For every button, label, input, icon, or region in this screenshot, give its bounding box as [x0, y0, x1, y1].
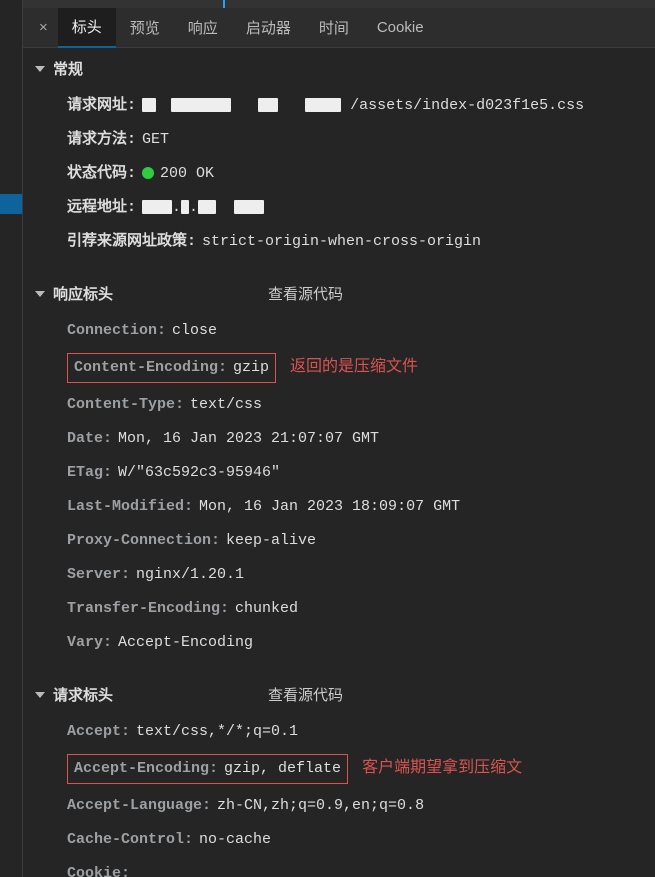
url-value: /assets/index-d023f1e5.css	[142, 94, 584, 118]
request-header-row: Accept-Language: zh-CN,zh;q=0.9,en;q=0.8	[23, 789, 655, 823]
response-header-row: Date: Mon, 16 Jan 2023 21:07:07 GMT	[23, 422, 655, 456]
left-accent-marker	[0, 194, 22, 214]
left-gutter	[0, 0, 22, 877]
general-referrer-row: 引荐来源网址政策: strict-origin-when-cross-origi…	[23, 225, 655, 259]
response-header-row: ETag: W/"63c592c3-95946"	[23, 456, 655, 490]
annotation-response: 返回的是压缩文件	[290, 354, 418, 380]
chevron-down-icon	[35, 692, 45, 698]
chevron-down-icon	[35, 291, 45, 297]
annotation-request: 客户端期望拿到压缩文	[362, 755, 522, 781]
referrer-value: strict-origin-when-cross-origin	[202, 230, 481, 254]
request-header-row-accept-encoding: Accept-Encoding: gzip, deflate 客户端期望拿到压缩…	[23, 749, 655, 789]
remote-value: ..	[142, 196, 264, 220]
response-header-row-content-encoding: Content-Encoding: gzip 返回的是压缩文件	[23, 348, 655, 388]
close-icon[interactable]: ×	[29, 19, 58, 36]
method-value: GET	[142, 128, 169, 152]
section-request-title: 请求标头	[53, 684, 113, 705]
content-scroll[interactable]: 常规 请求网址: /assets/index-d023f1e5.css 请求方法…	[23, 48, 655, 877]
section-response-title: 响应标头	[53, 283, 113, 304]
timeline-strip	[23, 0, 655, 8]
request-header-row: Cookie: connect.sid=s%3AUkybgHzIoHQJTQIv…	[23, 857, 655, 877]
general-method-row: 请求方法: GET	[23, 123, 655, 157]
tab-timing[interactable]: 时间	[305, 8, 363, 47]
response-header-row: Server: nginx/1.20.1	[23, 558, 655, 592]
highlight-box-request: Accept-Encoding: gzip, deflate	[67, 754, 348, 784]
general-url-row: 请求网址: /assets/index-d023f1e5.css	[23, 89, 655, 123]
response-header-row: Proxy-Connection: keep-alive	[23, 524, 655, 558]
highlight-box-response: Content-Encoding: gzip	[67, 353, 276, 383]
response-header-row: Last-Modified: Mon, 16 Jan 2023 18:09:07…	[23, 490, 655, 524]
section-request-header[interactable]: 请求标头 查看源代码	[23, 674, 655, 715]
response-header-row: Content-Type: text/css	[23, 388, 655, 422]
view-source-link-response[interactable]: 查看源代码	[268, 283, 343, 304]
tab-response[interactable]: 响应	[174, 8, 232, 47]
status-value: 200 OK	[142, 162, 214, 186]
general-remote-row: 远程地址: ..	[23, 191, 655, 225]
status-label: 状态代码:	[67, 162, 136, 186]
tab-cookie[interactable]: Cookie	[363, 10, 438, 45]
tab-initiator[interactable]: 启动器	[232, 8, 305, 47]
response-header-row: Vary: Accept-Encoding	[23, 626, 655, 660]
response-header-row: Connection: close	[23, 314, 655, 348]
request-detail-panel: × 标头 预览 响应 启动器 时间 Cookie 常规 请求网址: /asset…	[22, 0, 655, 877]
tab-headers[interactable]: 标头	[58, 7, 116, 48]
status-dot-icon	[142, 167, 154, 179]
request-header-row: Accept: text/css,*/*;q=0.1	[23, 715, 655, 749]
referrer-label: 引荐来源网址政策:	[67, 230, 196, 254]
general-status-row: 状态代码: 200 OK	[23, 157, 655, 191]
tab-bar: × 标头 预览 响应 启动器 时间 Cookie	[23, 8, 655, 48]
section-response-header[interactable]: 响应标头 查看源代码	[23, 273, 655, 314]
request-header-row: Cache-Control: no-cache	[23, 823, 655, 857]
response-header-row: Transfer-Encoding: chunked	[23, 592, 655, 626]
section-general-header[interactable]: 常规	[23, 48, 655, 89]
tab-preview[interactable]: 预览	[116, 8, 174, 47]
method-label: 请求方法:	[67, 128, 136, 152]
chevron-down-icon	[35, 66, 45, 72]
remote-label: 远程地址:	[67, 196, 136, 220]
url-label: 请求网址:	[67, 94, 136, 118]
section-general-title: 常规	[53, 58, 83, 79]
view-source-link-request[interactable]: 查看源代码	[268, 684, 343, 705]
